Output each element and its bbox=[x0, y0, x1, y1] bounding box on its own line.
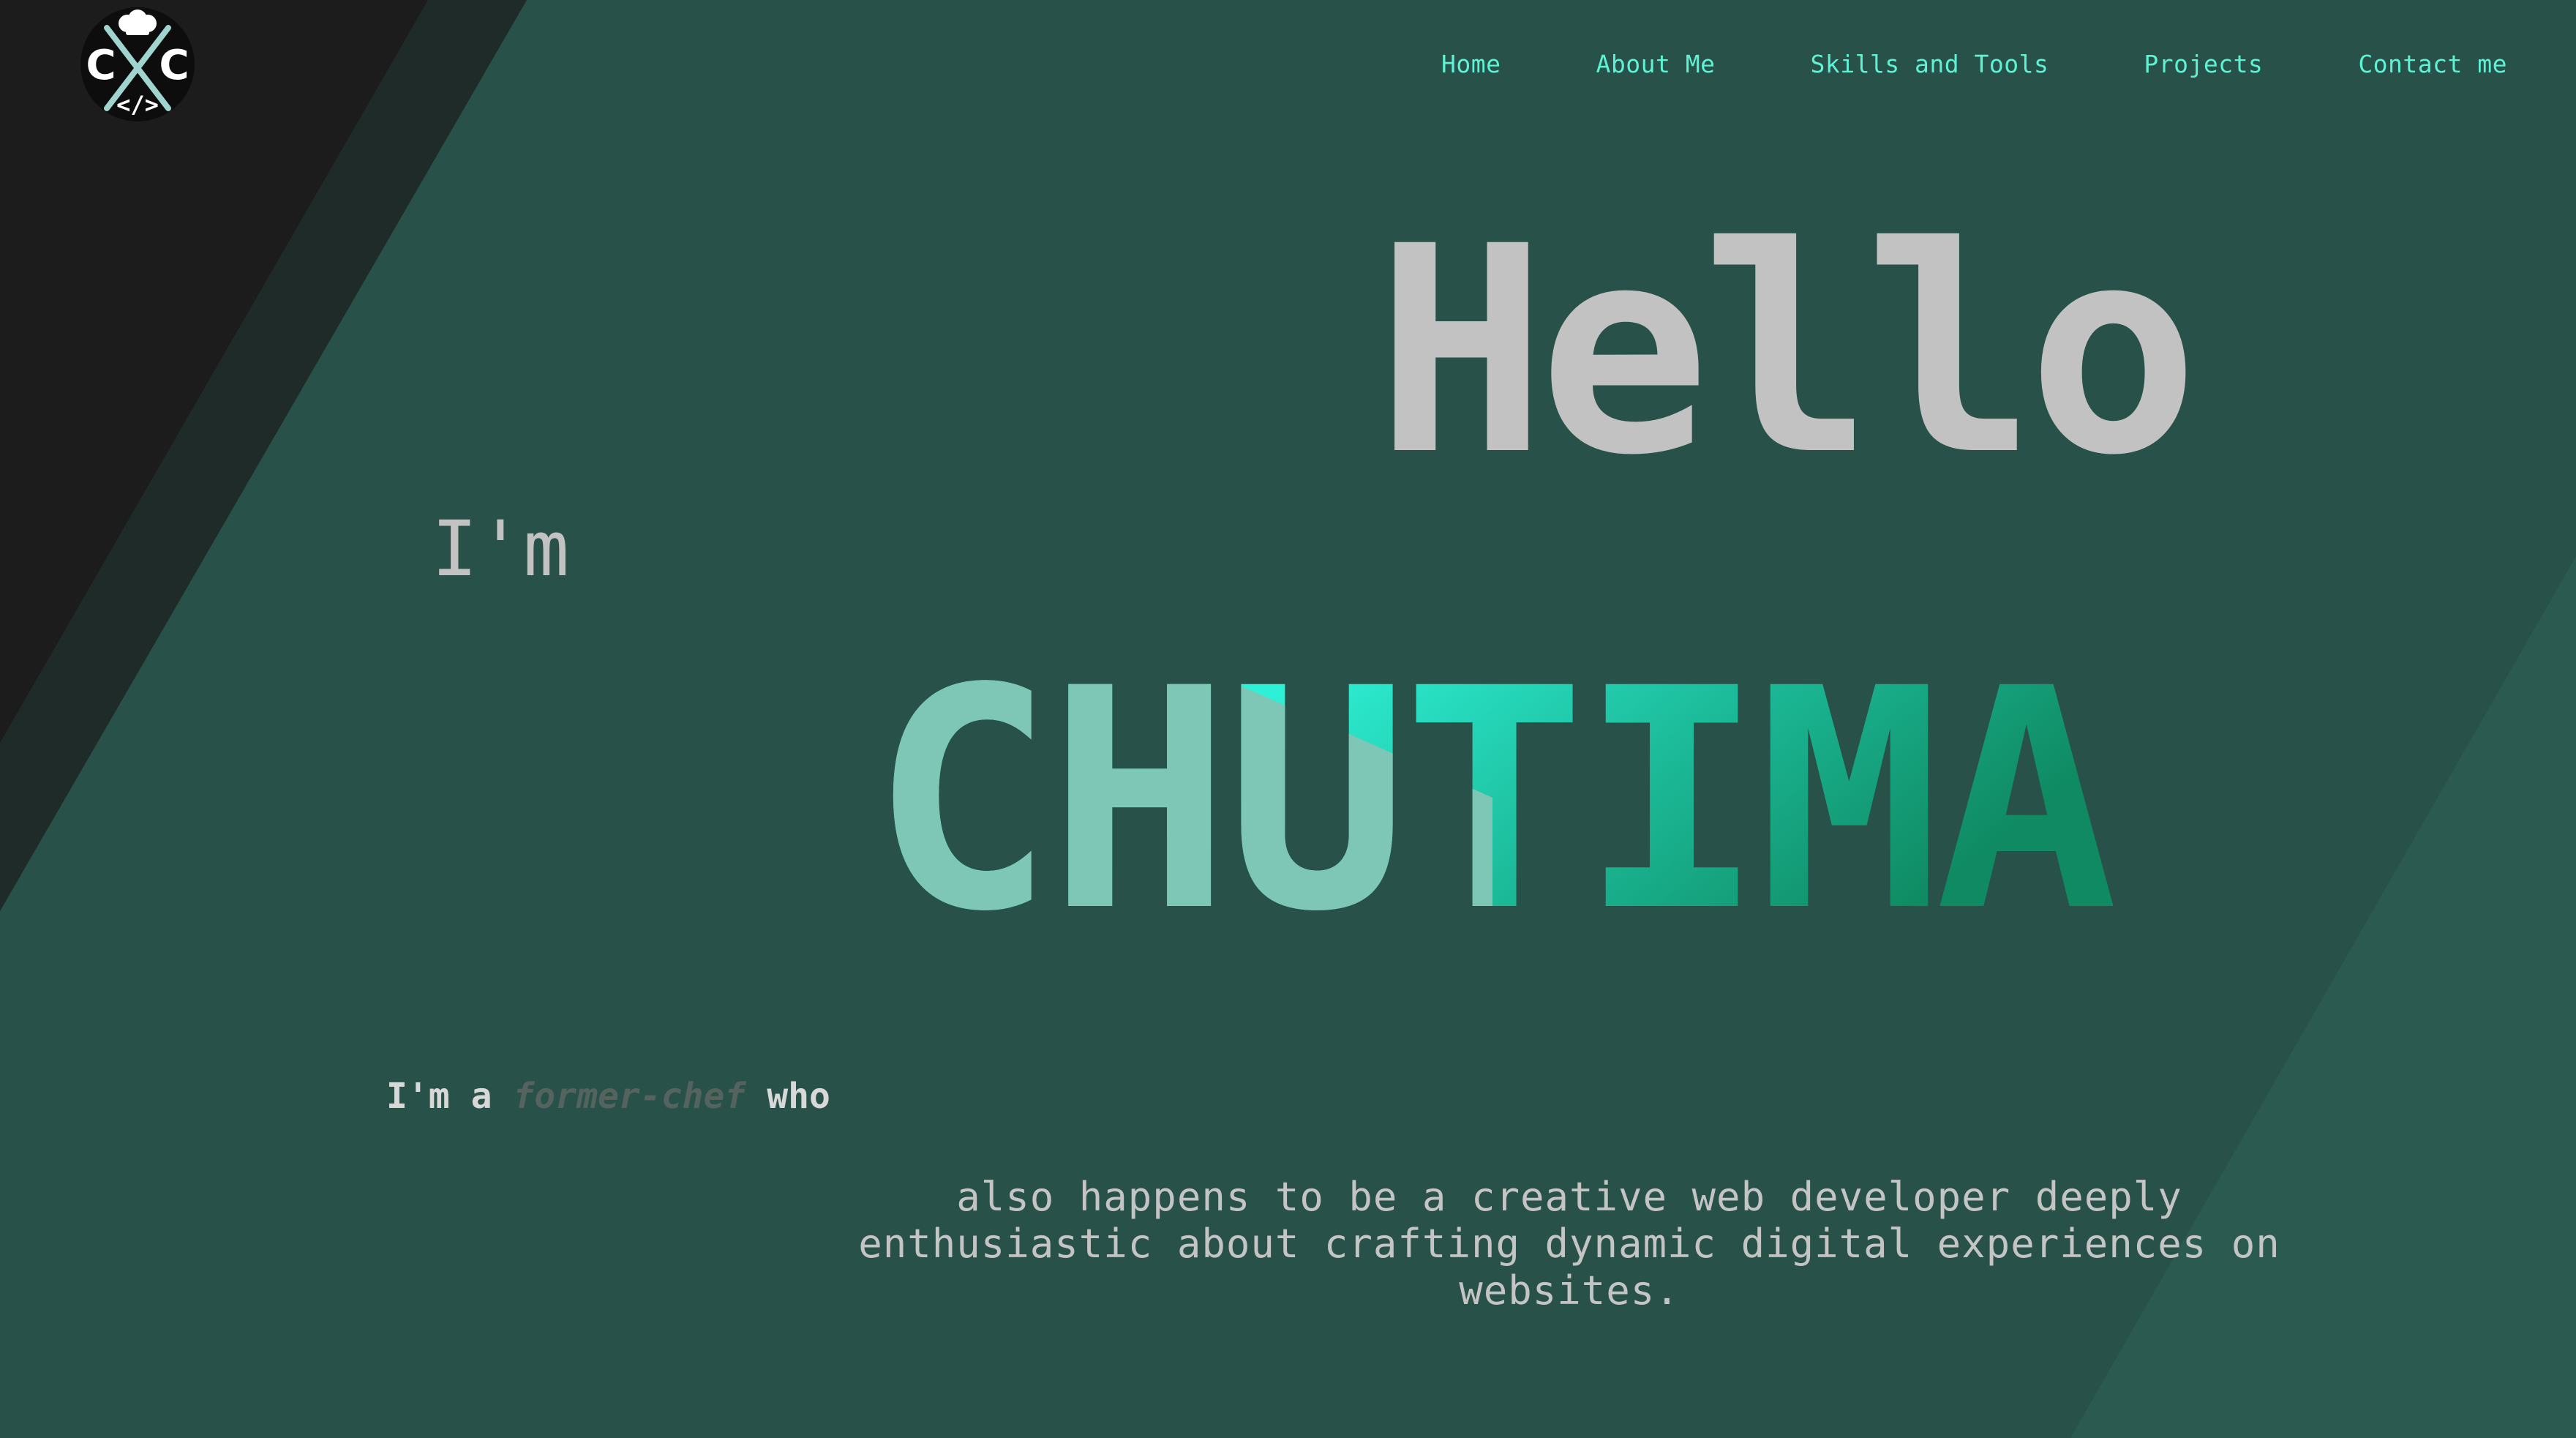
nav-projects[interactable]: Projects bbox=[2144, 50, 2263, 78]
hero-description: also happens to be a creative web develo… bbox=[858, 1174, 2280, 1314]
hero-name: CHUTIMA CHUTIMA bbox=[871, 622, 2509, 978]
hero-intro: I'm bbox=[432, 504, 569, 593]
nav-home[interactable]: Home bbox=[1441, 50, 1501, 78]
hero-greeting: Hello bbox=[1375, 185, 2199, 517]
tagline: I'm a former-chef who bbox=[386, 1074, 830, 1118]
svg-text:C: C bbox=[159, 42, 189, 89]
nav-about-me[interactable]: About Me bbox=[1596, 50, 1716, 78]
tagline-suffix: who bbox=[767, 1076, 830, 1117]
nav-skills-and-tools[interactable]: Skills and Tools bbox=[1810, 50, 2049, 78]
nav-contact-me[interactable]: Contact me bbox=[2358, 50, 2507, 78]
svg-text:</>: </> bbox=[116, 91, 159, 119]
tagline-highlight: former-chef bbox=[513, 1076, 746, 1117]
background-dark-corner bbox=[0, 0, 428, 743]
tagline-prefix: I'm a bbox=[386, 1076, 492, 1117]
site-logo[interactable]: C C </> bbox=[79, 6, 196, 123]
svg-text:C: C bbox=[86, 42, 116, 89]
page: C C </> Home About Me Skills and Tools P… bbox=[0, 0, 2576, 1438]
chef-hat-code-logo-icon: C C </> bbox=[80, 7, 195, 121]
hero-name-graphic: CHUTIMA CHUTIMA bbox=[871, 624, 2122, 978]
main-nav: Home About Me Skills and Tools Projects … bbox=[1441, 50, 2507, 78]
